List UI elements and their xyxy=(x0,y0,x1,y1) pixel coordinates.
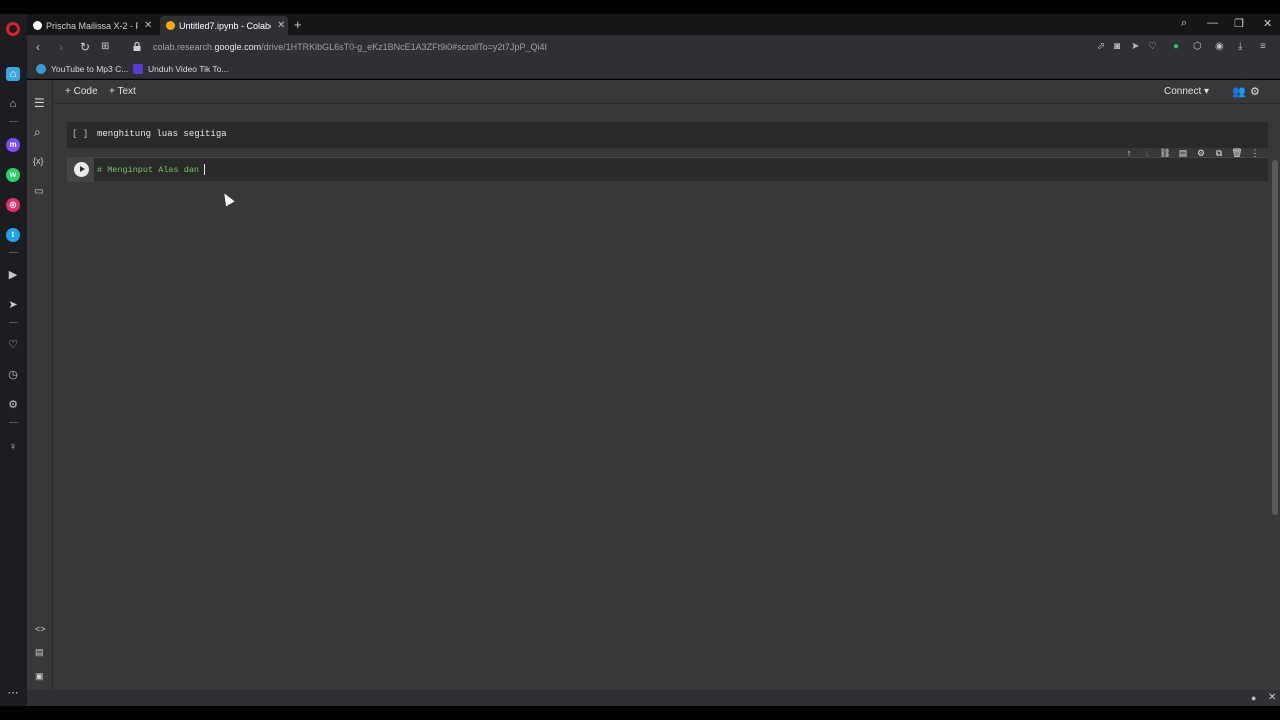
download-icon[interactable]: ⤓ xyxy=(1238,41,1242,52)
tab-colab[interactable]: Untitled7.ipynb - Colabora ✕ xyxy=(160,16,288,35)
instagram-icon[interactable]: ◎ xyxy=(6,198,20,212)
code-cell[interactable]: # Menginput Alas dan xyxy=(67,157,1268,182)
window-close-icon[interactable]: ✕ xyxy=(1263,17,1272,30)
chrome-icon xyxy=(33,21,42,30)
address-bar: ‹ › ↻ ⊞ colab.research.google.com/drive/… xyxy=(27,35,1280,59)
colab-app: ☰ ⌕ {x} ▭ <> ▤ ▣ + Code + Text Connect ▾… xyxy=(27,80,1280,706)
settings-icon[interactable]: ⚙ xyxy=(6,398,20,412)
close-panel-icon[interactable]: ✕ xyxy=(1268,692,1276,703)
colab-left-rail: ☰ ⌕ {x} ▭ <> ▤ ▣ xyxy=(27,80,53,706)
search-tabs-icon[interactable]: ⌕ xyxy=(1181,17,1187,30)
bookmark-youtube-mp3[interactable]: YouTube to Mp3 C... xyxy=(36,64,128,74)
letterbox-bottom xyxy=(0,706,1280,720)
restore-icon[interactable]: ❐ xyxy=(1234,17,1244,30)
twitter-icon[interactable]: t xyxy=(6,228,20,242)
lightbulb-icon[interactable]: ♀ xyxy=(6,440,20,454)
more-icon[interactable]: ⋯ xyxy=(6,686,20,700)
speed-dial-icon[interactable]: ⊞ xyxy=(101,41,109,52)
lock-icon xyxy=(133,42,141,51)
sidebar-divider xyxy=(9,121,18,122)
sidebar-divider xyxy=(9,322,18,323)
close-tab-icon[interactable]: ✕ xyxy=(277,20,285,31)
tab-title: Prischa Mailissa X-2 - Pene xyxy=(46,20,138,31)
add-text-button[interactable]: + Text xyxy=(109,86,136,97)
letterbox-top xyxy=(0,0,1280,14)
files-icon[interactable]: ▭ xyxy=(34,186,43,197)
opera-logo-icon[interactable] xyxy=(6,22,20,36)
workspace-icon[interactable]: ⌂ xyxy=(6,67,20,81)
variables-icon[interactable]: {x} xyxy=(33,156,44,166)
bookmark-label: Unduh Video Tik To... xyxy=(148,64,229,74)
minimize-icon[interactable]: — xyxy=(1207,17,1218,29)
reload-icon[interactable]: ↻ xyxy=(80,40,90,54)
bookmarks-bar: YouTube to Mp3 C... Unduh Video Tik To..… xyxy=(27,59,1280,79)
scrollbar[interactable] xyxy=(1272,160,1278,515)
table-of-contents-icon[interactable]: ☰ xyxy=(34,96,45,110)
home-icon[interactable]: ⌂ xyxy=(6,97,20,111)
code-editor[interactable]: # Menginput Alas dan xyxy=(97,165,199,175)
status-indicator-icon: ● xyxy=(1251,693,1257,703)
messenger-icon[interactable]: m xyxy=(6,138,20,152)
cell-bracket: [ ] xyxy=(72,129,89,139)
sidebar-divider xyxy=(9,252,18,253)
tab-title: Untitled7.ipynb - Colabora xyxy=(179,20,271,31)
tab-prischa[interactable]: Prischa Mailissa X-2 - Pene ✕ xyxy=(27,16,159,35)
colab-toolbar: + Code + Text Connect ▾ 👥 ⚙ ⌄ xyxy=(54,80,1280,104)
text-cell[interactable]: [ ] menghitung luas segitiga xyxy=(67,122,1268,148)
camera-icon[interactable]: ◙ xyxy=(1114,41,1120,52)
profile-icon[interactable]: ◉ xyxy=(1215,41,1224,52)
tab-bar: Prischa Mailissa X-2 - Pene ✕ Untitled7.… xyxy=(27,14,1280,35)
url-path: /drive/1HTRKlbGL6sT0-g_eKz1BNcE1A3ZFt9i0… xyxy=(261,42,547,52)
globe-icon xyxy=(36,64,46,74)
heart-icon[interactable]: ♡ xyxy=(6,338,20,352)
search-icon[interactable]: ⌕ xyxy=(34,125,41,140)
url-field[interactable]: colab.research.google.com/drive/1HTRKlbG… xyxy=(153,42,547,52)
share-icon[interactable]: ⬀ xyxy=(1097,41,1105,52)
easy-setup-icon[interactable]: ≡ xyxy=(1260,41,1266,52)
extensions-icon[interactable]: ⬡ xyxy=(1193,41,1202,52)
tiktok-downloader-icon xyxy=(133,64,143,74)
back-icon[interactable]: ‹ xyxy=(36,40,40,54)
send-icon[interactable]: ➤ xyxy=(1131,41,1139,52)
run-cell-button[interactable] xyxy=(74,162,89,177)
settings-gear-icon[interactable]: ⚙ xyxy=(1250,85,1260,98)
url-host: google.com xyxy=(214,42,262,52)
markdown-text[interactable]: menghitung luas segitiga xyxy=(97,129,227,139)
terminal-icon[interactable]: ▣ xyxy=(35,671,44,682)
text-cursor xyxy=(204,164,205,175)
history-icon[interactable]: ◷ xyxy=(6,368,20,382)
add-code-button[interactable]: + Code xyxy=(65,86,98,97)
new-tab-button[interactable]: + xyxy=(294,17,302,32)
code-snippets-icon[interactable]: <> xyxy=(35,624,46,634)
whatsapp-icon[interactable]: w xyxy=(6,168,20,182)
bookmark-heart-icon[interactable]: ♡ xyxy=(1148,41,1157,52)
bookmark-tiktok[interactable]: Unduh Video Tik To... xyxy=(133,64,229,74)
bookmark-label: YouTube to Mp3 C... xyxy=(51,64,129,74)
url-prefix: colab.research. xyxy=(153,42,215,52)
vpn-icon[interactable]: ● xyxy=(1173,41,1179,52)
share-people-icon[interactable]: 👥 xyxy=(1232,85,1246,98)
forward-icon[interactable]: › xyxy=(59,40,63,54)
player-icon[interactable]: ▶ xyxy=(6,268,20,282)
close-tab-icon[interactable]: ✕ xyxy=(144,20,152,31)
connect-button[interactable]: Connect ▾ xyxy=(1164,86,1209,97)
status-bar: ● ✕ xyxy=(27,690,1280,706)
flow-icon[interactable]: ➤ xyxy=(6,298,20,312)
sidebar-divider xyxy=(9,422,18,423)
opera-sidebar: ⌂ ⌂ m w ◎ t ▶ ➤ ♡ ◷ ⚙ ♀ ⋯ xyxy=(0,14,27,706)
colab-icon xyxy=(166,21,175,30)
command-palette-icon[interactable]: ▤ xyxy=(35,647,44,658)
